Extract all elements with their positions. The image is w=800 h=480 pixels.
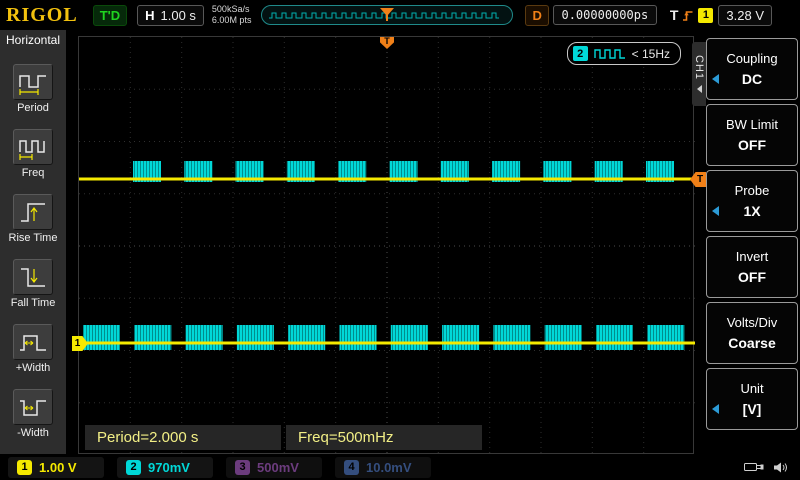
menu-item-title: Invert [736,249,769,264]
system-status-icons [744,461,788,474]
menu-item-label: Period [17,102,49,114]
channel3-scale: 500mV [257,460,299,475]
channel-status-bar: 1 1.00 V 2 970mV 3 500mV 4 10.0mV [0,454,800,480]
waveform-display: 2 < 15Hz T T 1 Period=2.000 s Freq=500mH… [78,36,694,454]
channel3-status[interactable]: 3 500mV [226,457,322,478]
menu-item-minus-width[interactable]: -Width [13,389,53,439]
menu-item-title: Probe [735,183,770,198]
channel4-badge: 4 [344,460,359,475]
trigger-label: T [670,7,679,23]
plus-width-icon [13,324,53,360]
menu-item-value: [V] [743,401,762,417]
menu-item-value: OFF [738,269,766,285]
menu-item-title: Volts/Div [727,315,778,330]
menu-item-value: DC [742,71,762,87]
fall-time-icon [13,259,53,295]
delay-readout: 0.00000000ps [553,5,657,25]
memory-waveform-icon [267,8,507,22]
left-arrow-icon [712,404,719,414]
period-icon [13,64,53,100]
trigger-source-badge: 1 [698,8,713,23]
menu-item-period[interactable]: Period [13,64,53,114]
left-menu-items: Period Freq Rise Time Fall Time [0,49,66,454]
menu-item-label: -Width [17,427,49,439]
channel1-scale: 1.00 V [39,460,77,475]
channel2-scale: 970mV [148,460,190,475]
menu-item-rise-time[interactable]: Rise Time [9,194,58,244]
menu-item-freq[interactable]: Freq [13,129,53,179]
square-wave-icon [594,47,626,60]
menu-item-value: Coarse [728,335,775,351]
memory-depth: 6.00M pts [212,15,252,26]
trigger-level-readout: 3.28 V [718,5,772,26]
channel4-status[interactable]: 4 10.0mV [335,457,431,478]
menu-item-title: Coupling [726,51,777,66]
channel4-scale: 10.0mV [366,460,412,475]
measurement-freq: Freq=500mHz [286,425,482,450]
menu-item-label: Rise Time [9,232,58,244]
trigger-slope-icon [682,9,694,22]
frequency-counter: 2 < 15Hz [567,42,681,65]
rigol-logo: RIGOL [6,4,78,27]
freq-icon [13,129,53,165]
menu-item-label: +Width [16,362,51,374]
menu-item-bw-limit[interactable]: BW Limit OFF [706,104,798,166]
measurement-period: Period=2.000 s [85,425,281,450]
left-menu-title: Horizontal [0,30,66,49]
channel3-badge: 3 [235,460,250,475]
minus-width-icon [13,389,53,425]
sample-rate: 500kSa/s [212,4,252,15]
menu-item-unit[interactable]: Unit [V] [706,368,798,430]
right-menu-channel-tab: CH1 [692,42,706,106]
menu-item-coupling[interactable]: Coupling DC [706,38,798,100]
menu-item-label: Fall Time [11,297,56,309]
menu-item-plus-width[interactable]: +Width [13,324,53,374]
delay-label: D [525,5,548,26]
menu-item-value: OFF [738,137,766,153]
menu-item-value: 1X [743,203,760,219]
rise-time-icon [13,194,53,230]
timebase-value: 1.00 s [161,8,196,23]
top-status-bar: RIGOL T'D H 1.00 s 500kSa/s 6.00M pts D … [0,0,800,30]
menu-item-probe[interactable]: Probe 1X [706,170,798,232]
left-function-menu: Horizontal Period Freq Rise Time [0,30,66,454]
timebase-readout[interactable]: H 1.00 s [137,5,204,26]
oscilloscope-screen: RIGOL T'D H 1.00 s 500kSa/s 6.00M pts D … [0,0,800,480]
menu-item-invert[interactable]: Invert OFF [706,236,798,298]
menu-item-title: Unit [740,381,763,396]
menu-item-label: Freq [22,167,45,179]
menu-item-title: BW Limit [726,117,778,132]
usb-icon [744,461,764,473]
left-arrow-icon [712,74,719,84]
acquisition-readout: 500kSa/s 6.00M pts [212,4,252,26]
horizontal-label: H [145,8,154,23]
channel2-badge: 2 [573,46,588,61]
horizontal-position-indicator[interactable] [261,5,513,25]
menu-item-volts-div[interactable]: Volts/Div Coarse [706,302,798,364]
left-arrow-icon [712,206,719,216]
channel1-badge: 1 [17,460,32,475]
channel2-status[interactable]: 2 970mV [117,457,213,478]
right-softkey-menu: Coupling DC BW Limit OFF Probe 1X Invert… [706,38,798,434]
menu-item-fall-time[interactable]: Fall Time [11,259,56,309]
channel2-badge: 2 [126,460,141,475]
channel1-status[interactable]: 1 1.00 V [8,457,104,478]
speaker-icon [773,461,788,474]
measurement-row: Period=2.000 s Freq=500mHz [85,425,482,450]
frequency-value: < 15Hz [632,47,670,61]
trigger-status-badge: T'D [93,5,127,26]
waveform-traces [79,37,695,455]
